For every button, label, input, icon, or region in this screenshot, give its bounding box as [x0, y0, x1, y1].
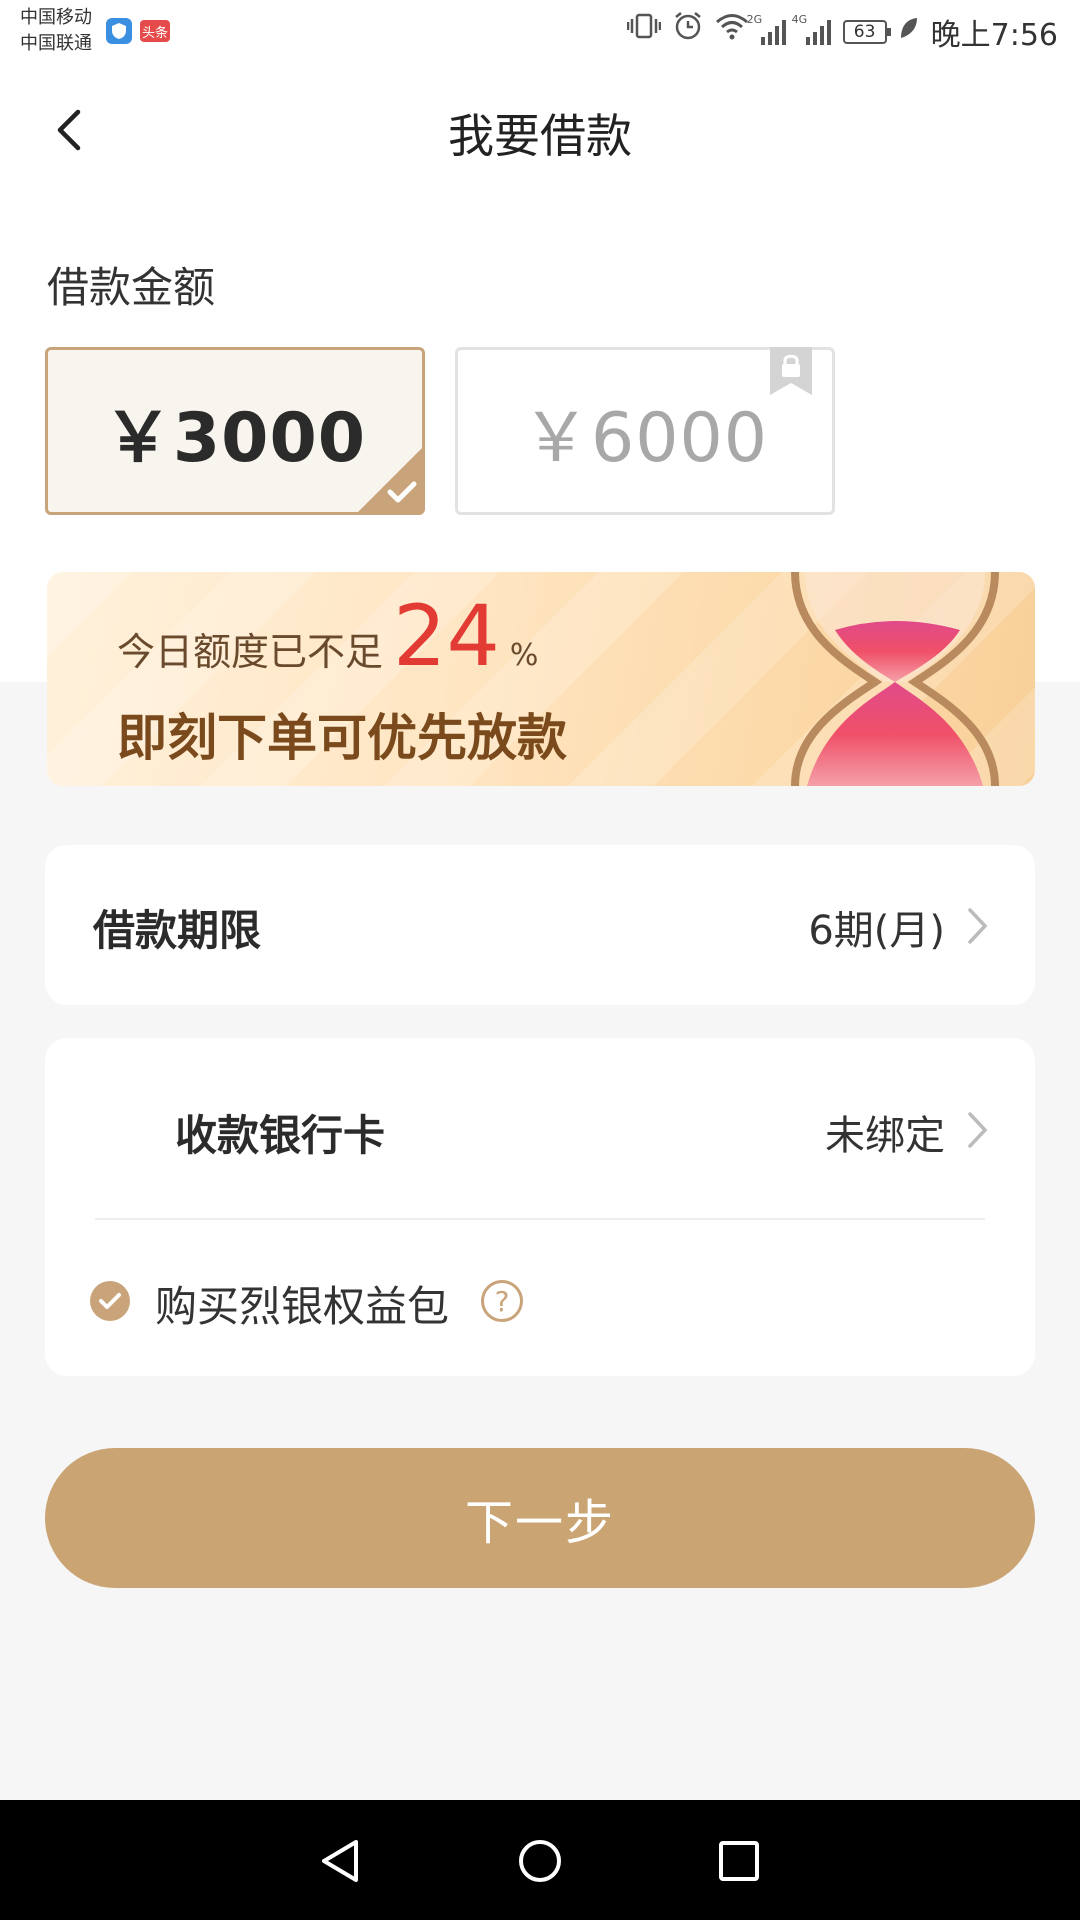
next-step-button[interactable]: 下一步	[45, 1448, 1035, 1588]
wifi-icon	[715, 12, 749, 52]
carrier-1: 中国移动	[20, 7, 92, 28]
nav-home-icon[interactable]	[515, 1836, 565, 1886]
banner-prefix: 今日额度已不足	[117, 630, 384, 674]
carrier-info: 中国移动 中国联通	[20, 5, 92, 57]
battery-icon: 63	[842, 20, 891, 44]
chevron-right-icon	[967, 907, 989, 945]
carrier-2: 中国联通	[20, 33, 92, 54]
page-title: 我要借款	[448, 109, 632, 163]
nav-recents-icon[interactable]	[714, 1836, 764, 1886]
signal-4g-icon: 4G	[792, 13, 831, 45]
network-2g-label: 2G	[746, 13, 763, 26]
banner-percent-unit: %	[509, 638, 539, 673]
toutiao-icon: 头条	[140, 20, 170, 42]
status-right: 2G 4G 63 晚上7:56	[626, 10, 1058, 54]
loan-period-value: 6期(月)	[808, 908, 945, 954]
question-mark-icon[interactable]: ?	[481, 1280, 523, 1322]
banner-percent: 24	[393, 587, 500, 685]
hourglass-icon	[791, 572, 999, 786]
banner-quota-line: 今日额度已不足 24 %	[117, 594, 538, 678]
selected-check-icon	[356, 446, 424, 514]
divider	[95, 1218, 985, 1220]
benefit-checkbox[interactable]	[90, 1281, 130, 1321]
alarm-icon	[673, 11, 703, 53]
signal-2g-icon: 2G	[747, 13, 786, 45]
notification-icons: 头条	[106, 18, 170, 44]
amount-option-6000[interactable]: ￥6000	[455, 347, 835, 515]
bank-card-section: 收款银行卡 未绑定 购买烈银权益包 ?	[45, 1038, 1035, 1376]
bank-card-label: 收款银行卡	[175, 1111, 386, 1160]
chevron-right-icon	[967, 1111, 989, 1149]
amount-option-label: ￥6000	[521, 398, 769, 478]
loan-period-label: 借款期限	[93, 906, 262, 955]
bank-card-row[interactable]: 收款银行卡 未绑定	[45, 1038, 1035, 1218]
network-4g-label: 4G	[791, 13, 808, 26]
leaf-icon	[899, 12, 919, 52]
amount-section-label: 借款金额	[47, 263, 216, 312]
amount-option-3000[interactable]: ￥3000	[45, 347, 425, 515]
benefit-label: 购买烈银权益包	[155, 1282, 450, 1331]
banner-headline: 即刻下单可优先放款	[117, 709, 567, 767]
clock-time: 晚上7:56	[930, 18, 1058, 53]
loan-period-row[interactable]: 借款期限 6期(月)	[45, 845, 1035, 1005]
nav-back-icon[interactable]	[316, 1836, 366, 1886]
promo-banner: 今日额度已不足 24 % 即刻下单可优先放款	[47, 572, 1035, 786]
shield-icon	[106, 18, 132, 44]
bank-card-value: 未绑定	[825, 1113, 945, 1159]
lock-icon	[770, 347, 812, 395]
vibrate-icon	[626, 12, 661, 52]
status-bar: 中国移动 中国联通 头条 2G 4G 63 晚上7:56	[0, 0, 1080, 62]
amount-option-label: ￥3000	[103, 398, 367, 478]
system-nav-bar	[0, 1800, 1080, 1920]
